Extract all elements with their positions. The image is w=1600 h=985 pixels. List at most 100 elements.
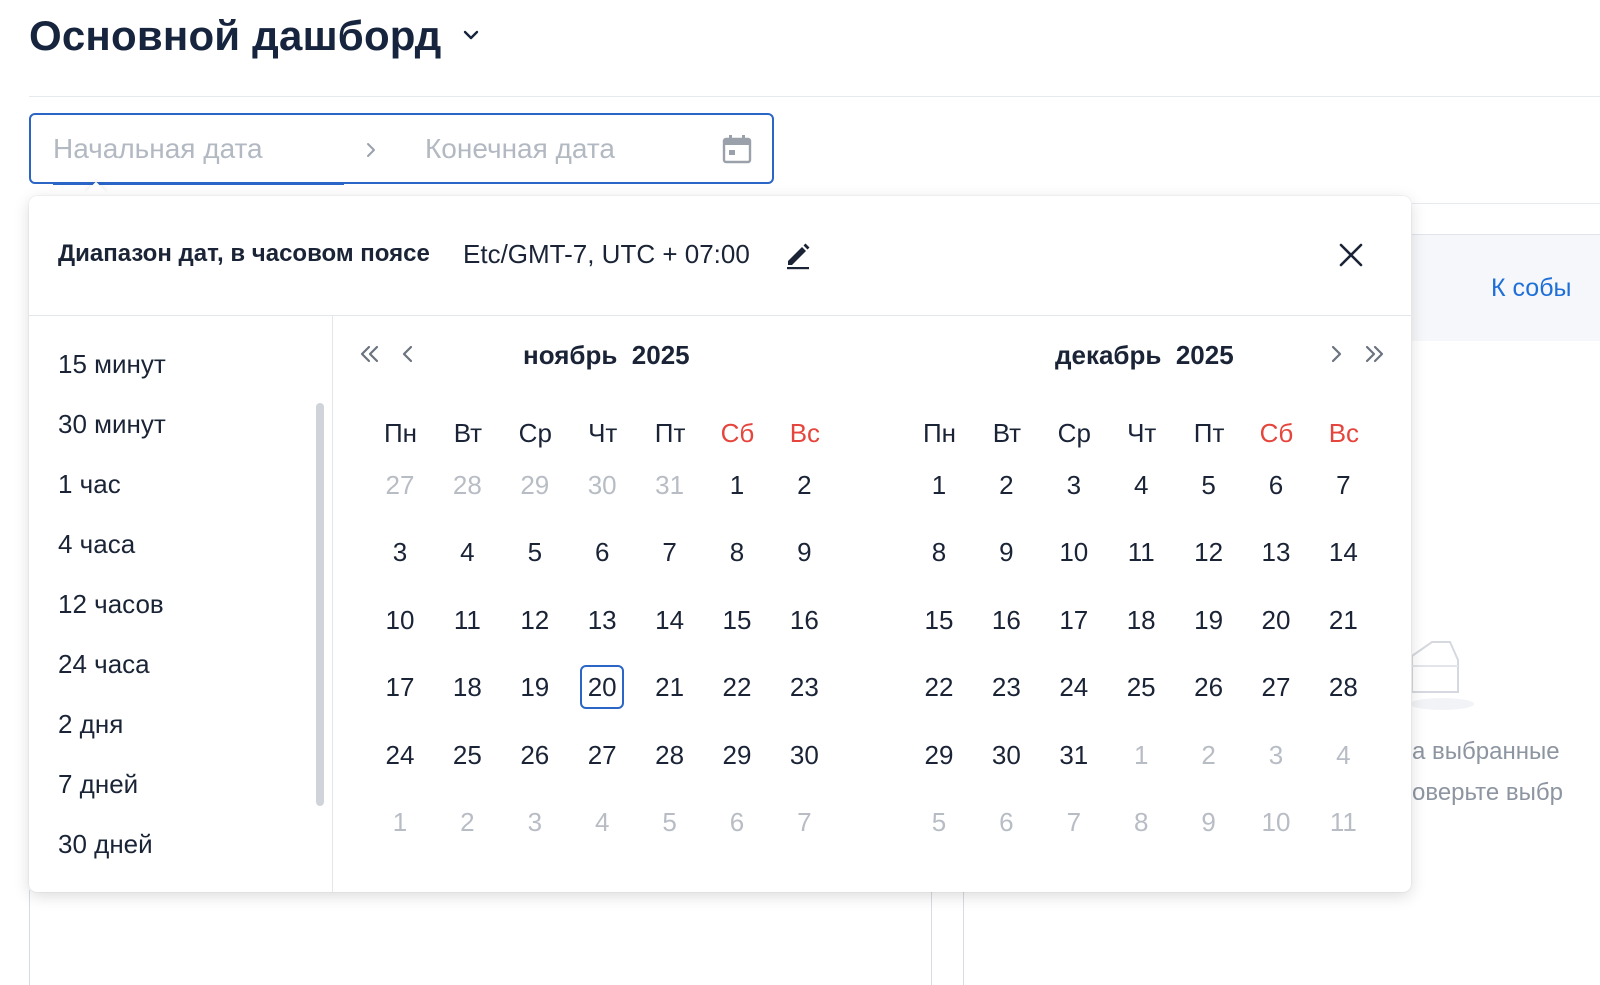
calendar-day[interactable]: 16: [782, 598, 826, 642]
calendar-day[interactable]: 5: [1187, 463, 1231, 507]
calendar-day[interactable]: 22: [917, 665, 961, 709]
chevron-left-icon[interactable]: [393, 339, 423, 369]
double-chevron-right-icon[interactable]: [1359, 339, 1389, 369]
month-title-right[interactable]: декабрь 2025: [1055, 340, 1234, 371]
calendar-day[interactable]: 28: [445, 463, 489, 507]
month-name[interactable]: декабрь: [1055, 340, 1161, 370]
preset-item[interactable]: 7 дней: [58, 769, 138, 800]
chevron-down-icon[interactable]: [460, 24, 482, 46]
calendar-day[interactable]: 30: [580, 463, 624, 507]
calendar-day[interactable]: 7: [1321, 463, 1365, 507]
preset-item[interactable]: 30 дней: [58, 829, 153, 860]
calendar-day[interactable]: 3: [513, 800, 557, 844]
calendar-day[interactable]: 7: [782, 800, 826, 844]
year[interactable]: 2025: [1176, 340, 1234, 370]
calendar-day[interactable]: 15: [715, 598, 759, 642]
calendar-day[interactable]: 6: [984, 800, 1028, 844]
calendar-day[interactable]: 16: [984, 598, 1028, 642]
calendar-day[interactable]: 25: [445, 733, 489, 777]
calendar-day[interactable]: 15: [917, 598, 961, 642]
close-icon[interactable]: [1334, 238, 1368, 272]
preset-scrollbar[interactable]: [316, 403, 324, 806]
calendar-day[interactable]: 10: [1052, 530, 1096, 574]
calendar-day[interactable]: 10: [378, 598, 422, 642]
calendar-day[interactable]: 14: [648, 598, 692, 642]
calendar-day[interactable]: 4: [580, 800, 624, 844]
calendar-day[interactable]: 2: [984, 463, 1028, 507]
calendar-day[interactable]: 19: [1187, 598, 1231, 642]
calendar-day[interactable]: 3: [1052, 463, 1096, 507]
calendar-day[interactable]: 3: [1254, 733, 1298, 777]
calendar-day[interactable]: 23: [782, 665, 826, 709]
calendar-day[interactable]: 9: [782, 530, 826, 574]
preset-item[interactable]: 2 дня: [58, 709, 123, 740]
calendar-day[interactable]: 6: [715, 800, 759, 844]
calendar-day[interactable]: 17: [1052, 598, 1096, 642]
calendar-day[interactable]: 3: [378, 530, 422, 574]
calendar-day[interactable]: 2: [1187, 733, 1231, 777]
calendar-day[interactable]: 1: [1119, 733, 1163, 777]
start-date-input[interactable]: Начальная дата: [53, 133, 263, 165]
calendar-day[interactable]: 22: [715, 665, 759, 709]
calendar-day[interactable]: 5: [513, 530, 557, 574]
calendar-day[interactable]: 4: [1321, 733, 1365, 777]
calendar-day[interactable]: 9: [1187, 800, 1231, 844]
calendar-icon[interactable]: [721, 133, 753, 165]
calendar-day[interactable]: 27: [580, 733, 624, 777]
calendar-day[interactable]: 8: [715, 530, 759, 574]
calendar-day[interactable]: 24: [378, 733, 422, 777]
calendar-day[interactable]: 4: [1119, 463, 1163, 507]
calendar-day[interactable]: 29: [715, 733, 759, 777]
calendar-day[interactable]: 12: [1187, 530, 1231, 574]
calendar-day[interactable]: 20: [1254, 598, 1298, 642]
calendar-day[interactable]: 5: [648, 800, 692, 844]
calendar-day[interactable]: 18: [1119, 598, 1163, 642]
calendar-day[interactable]: 31: [648, 463, 692, 507]
preset-item[interactable]: 1 час: [58, 469, 121, 500]
calendar-day[interactable]: 24: [1052, 665, 1096, 709]
calendar-day[interactable]: 10: [1254, 800, 1298, 844]
calendar-day[interactable]: 9: [984, 530, 1028, 574]
calendar-day[interactable]: 29: [917, 733, 961, 777]
preset-item[interactable]: 12 часов: [58, 589, 164, 620]
calendar-day[interactable]: 28: [648, 733, 692, 777]
calendar-day[interactable]: 28: [1321, 665, 1365, 709]
chevron-right-icon[interactable]: [1321, 339, 1351, 369]
preset-item[interactable]: 4 часа: [58, 529, 135, 560]
calendar-day[interactable]: 29: [513, 463, 557, 507]
calendar-day[interactable]: 26: [513, 733, 557, 777]
calendar-day[interactable]: 27: [378, 463, 422, 507]
preset-list[interactable]: 15 минут 30 минут 1 час 4 часа 12 часов …: [29, 316, 333, 892]
calendar-day[interactable]: 6: [580, 530, 624, 574]
date-range-input[interactable]: Начальная дата Конечная дата: [29, 113, 774, 185]
events-link[interactable]: К собы: [1491, 274, 1571, 303]
calendar-day[interactable]: 30: [984, 733, 1028, 777]
preset-item[interactable]: 30 минут: [58, 409, 166, 440]
calendar-day[interactable]: 14: [1321, 530, 1365, 574]
calendar-day[interactable]: 21: [1321, 598, 1365, 642]
calendar-day[interactable]: 11: [1119, 530, 1163, 574]
calendar-day[interactable]: 31: [1052, 733, 1096, 777]
calendar-day[interactable]: 2: [782, 463, 826, 507]
calendar-day[interactable]: 18: [445, 665, 489, 709]
calendar-day[interactable]: 7: [648, 530, 692, 574]
preset-item[interactable]: 24 часа: [58, 649, 150, 680]
calendar-day[interactable]: 30: [782, 733, 826, 777]
calendar-day[interactable]: 12: [513, 598, 557, 642]
calendar-day[interactable]: 25: [1119, 665, 1163, 709]
calendar-day[interactable]: 6: [1254, 463, 1298, 507]
calendar-day[interactable]: 26: [1187, 665, 1231, 709]
calendar-day[interactable]: 27: [1254, 665, 1298, 709]
calendar-day[interactable]: 5: [917, 800, 961, 844]
end-date-input[interactable]: Конечная дата: [425, 133, 615, 165]
preset-item[interactable]: 15 минут: [58, 349, 166, 380]
calendar-day[interactable]: 7: [1052, 800, 1096, 844]
calendar-day[interactable]: 17: [378, 665, 422, 709]
calendar-day[interactable]: 1: [715, 463, 759, 507]
calendar-day[interactable]: 11: [445, 598, 489, 642]
calendar-day[interactable]: 11: [1321, 800, 1365, 844]
calendar-day[interactable]: 13: [1254, 530, 1298, 574]
calendar-day[interactable]: 2: [445, 800, 489, 844]
calendar-day[interactable]: 19: [513, 665, 557, 709]
month-name[interactable]: ноябрь: [523, 340, 617, 370]
